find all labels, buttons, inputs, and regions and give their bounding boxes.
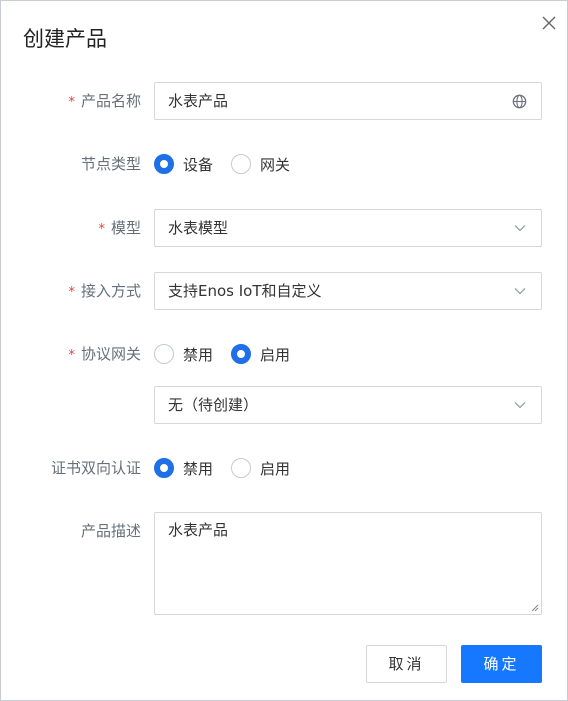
access-method-select[interactable]: 支持Enos IoT和自定义 (154, 272, 542, 310)
radio-dot-icon (231, 458, 252, 478)
product-name-input[interactable]: 水表产品 (154, 82, 542, 120)
product-name-value: 水表产品 (168, 92, 229, 110)
protocol-gateway-enable-radio[interactable]: 启用 (231, 344, 290, 365)
protocol-gateway-disable-radio[interactable]: 禁用 (154, 344, 213, 365)
create-product-dialog: 创建产品 * 产品名称 水表产品 节点类型 设备 网关 * 模型 水表模型 * … (0, 0, 568, 701)
radio-dot-icon (231, 344, 252, 364)
cancel-button[interactable]: 取消 (366, 645, 447, 683)
radio-dot-icon (231, 154, 252, 174)
mutual-cert-auth-radio-group: 禁用 启用 (154, 456, 308, 480)
protocol-gateway-label: * 协议网关 (68, 345, 141, 363)
protocol-gateway-radio-group: 禁用 启用 (154, 342, 308, 366)
model-label: * 模型 (98, 219, 141, 237)
required-mark: * (68, 285, 75, 300)
radio-dot-icon (154, 154, 174, 174)
mutual-cert-auth-enable-radio[interactable]: 启用 (231, 458, 290, 479)
confirm-button[interactable]: 确定 (461, 645, 542, 683)
node-type-gateway-radio[interactable]: 网关 (231, 154, 290, 175)
description-textarea[interactable]: 水表产品 (154, 512, 542, 615)
close-icon[interactable] (539, 13, 559, 33)
chevron-down-icon (514, 288, 526, 295)
required-mark: * (68, 95, 75, 110)
access-method-value: 支持Enos IoT和自定义 (168, 282, 322, 300)
resize-handle-icon[interactable] (529, 602, 539, 612)
mutual-cert-auth-label: 证书双向认证 (50, 459, 141, 477)
model-select[interactable]: 水表模型 (154, 209, 542, 247)
mutual-cert-auth-disable-radio[interactable]: 禁用 (154, 458, 213, 479)
node-type-device-radio[interactable]: 设备 (154, 154, 213, 175)
protocol-gateway-select[interactable]: 无（待创建） (154, 386, 542, 424)
node-type-label: 节点类型 (80, 155, 141, 173)
dialog-title: 创建产品 (23, 27, 107, 51)
description-value: 水表产品 (168, 521, 229, 539)
radio-dot-icon (154, 344, 174, 364)
description-label: 产品描述 (80, 522, 141, 540)
required-mark: * (68, 348, 75, 363)
product-name-label: * 产品名称 (68, 92, 141, 110)
node-type-radio-group: 设备 网关 (154, 152, 308, 176)
protocol-gateway-value: 无（待创建） (168, 396, 259, 414)
globe-icon[interactable] (512, 94, 527, 109)
required-mark: * (98, 222, 105, 237)
model-value: 水表模型 (168, 219, 229, 237)
radio-dot-icon (154, 458, 174, 478)
chevron-down-icon (514, 402, 526, 409)
access-method-label: * 接入方式 (68, 282, 141, 300)
chevron-down-icon (514, 225, 526, 232)
